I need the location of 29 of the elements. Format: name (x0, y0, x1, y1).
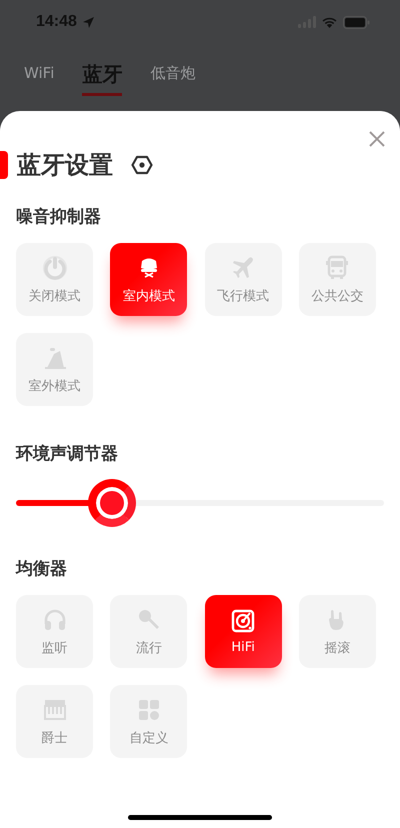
ambient-slider[interactable] (16, 479, 384, 527)
mode-tile[interactable]: 公共公交 (298, 243, 376, 316)
section-heading: 环境声调节器 (16, 443, 119, 465)
mode-tile[interactable]: 飞行模式 (204, 243, 282, 316)
headphones-icon (42, 606, 68, 632)
mode-tile[interactable]: 爵士 (16, 685, 93, 758)
mode-tile[interactable]: 监听 (16, 595, 93, 668)
target-icon (230, 608, 256, 634)
tab[interactable]: WiFi (24, 64, 54, 90)
mode-tile[interactable]: 摇滚 (298, 595, 376, 668)
mode-tile[interactable]: 自定义 (110, 685, 188, 758)
slider-thumb[interactable] (88, 479, 136, 527)
tab[interactable]: 低音炮 (150, 64, 196, 91)
close-icon[interactable] (369, 131, 385, 147)
section-heading: 噪音抑制器 (16, 206, 102, 228)
mode-tile[interactable]: 室外模式 (16, 333, 93, 406)
title-accent-bar (0, 151, 8, 179)
battery-icon (343, 16, 370, 28)
mode-tile[interactable]: 流行 (110, 595, 188, 668)
mode-tile[interactable]: 关闭模式 (16, 243, 93, 316)
mode-tile[interactable]: 室内模式 (110, 243, 188, 316)
hexagon-settings-icon[interactable] (131, 155, 153, 175)
bus-icon (324, 254, 350, 280)
wifi-icon (321, 16, 338, 28)
power-icon (42, 254, 68, 280)
sheet-title: 蓝牙设置 (17, 150, 113, 181)
section-heading: 均衡器 (16, 558, 68, 580)
location-arrow-icon (82, 16, 95, 28)
mode-tile[interactable]: HiFi (204, 595, 282, 668)
